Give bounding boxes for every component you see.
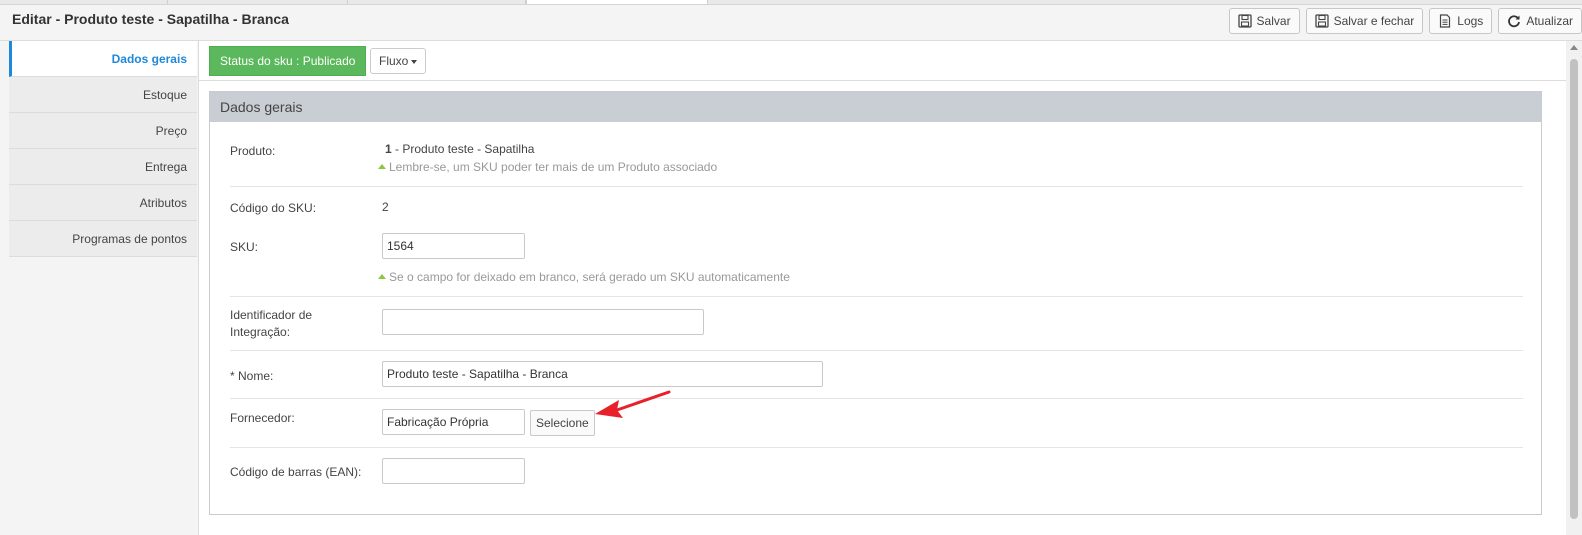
refresh-button[interactable]: Atualizar — [1498, 8, 1582, 34]
row-divider — [230, 350, 1523, 351]
caret-up-icon — [378, 274, 386, 279]
sidebar-item-atributos[interactable]: Atributos — [9, 185, 197, 221]
sidebar-item-dados-gerais[interactable]: Dados gerais — [9, 41, 197, 77]
identificador-label: Identificador de Integração: — [230, 307, 312, 341]
produto-label: Produto: — [230, 144, 276, 158]
ean-input[interactable] — [382, 458, 525, 484]
refresh-button-label: Atualizar — [1526, 14, 1573, 28]
sku-input[interactable] — [382, 233, 525, 259]
refresh-icon — [1508, 15, 1521, 28]
toolbar: Salvar Salvar e fechar Logs Atualizar — [1228, 8, 1582, 34]
status-button[interactable]: Status do sku : Publicado — [209, 46, 367, 76]
save-button[interactable]: Salvar — [1228, 8, 1300, 34]
ean-label: Código de barras (EAN): — [230, 465, 362, 479]
produto-name: - Produto teste - Sapatilha — [395, 142, 535, 156]
page-header: Editar - Produto teste - Sapatilha - Bra… — [0, 5, 1582, 41]
general-data-panel: Dados gerais Produto: 1 - Produto teste … — [209, 91, 1542, 515]
identificador-label-line2: Integração: — [230, 325, 291, 339]
top-tab[interactable] — [0, 0, 168, 4]
codigo-sku-label: Código do SKU: — [230, 201, 317, 215]
sku-hint-text: Se o campo for deixado em branco, será g… — [389, 270, 790, 284]
nome-label: * Nome: — [230, 369, 274, 383]
main-content: Status do sku : Publicado Fluxo Dados ge… — [198, 41, 1567, 535]
sku-hint: Se o campo for deixado em branco, será g… — [378, 270, 790, 284]
top-tab[interactable] — [348, 0, 526, 4]
panel-title: Dados gerais — [210, 92, 1541, 122]
caret-down-icon — [411, 59, 418, 64]
annotation-arrow-icon — [595, 390, 671, 418]
scrollbar-thumb[interactable] — [1570, 59, 1578, 519]
fornecedor-input[interactable] — [382, 409, 525, 435]
logs-button-label: Logs — [1457, 14, 1484, 28]
floppy-disk-icon — [1237, 14, 1252, 28]
identificador-label-line1: Identificador de — [230, 308, 313, 322]
produto-hint: Lembre-se, um SKU poder ter mais de um P… — [378, 160, 717, 174]
produto-id: 1 — [385, 142, 392, 156]
logs-button[interactable]: Logs — [1429, 8, 1493, 34]
row-divider — [230, 186, 1523, 187]
scroll-up-icon[interactable] — [1570, 45, 1578, 50]
sidebar-nav: Dados gerais Estoque Preço Entrega Atrib… — [9, 41, 197, 257]
floppy-disk-icon — [1314, 14, 1329, 28]
save-close-button-label: Salvar e fechar — [1333, 14, 1415, 28]
sidebar-item-programas-de-pontos[interactable]: Programas de pontos — [9, 221, 197, 257]
sidebar-item-entrega[interactable]: Entrega — [9, 149, 197, 185]
vertical-scrollbar[interactable] — [1566, 41, 1582, 535]
row-divider — [230, 296, 1523, 297]
row-divider — [230, 398, 1523, 399]
caret-up-icon — [378, 164, 386, 169]
codigo-sku-value: 2 — [382, 200, 389, 214]
flow-dropdown-label: Fluxo — [379, 54, 409, 68]
sidebar-item-estoque[interactable]: Estoque — [9, 77, 197, 113]
document-icon — [1440, 14, 1451, 28]
identificador-input[interactable] — [382, 309, 704, 335]
sku-label: SKU: — [230, 240, 259, 254]
fornecedor-label: Fornecedor: — [230, 411, 295, 425]
save-close-button[interactable]: Salvar e fechar — [1305, 8, 1424, 34]
row-divider — [230, 447, 1523, 448]
nome-input[interactable] — [382, 361, 823, 387]
produto-value: 1 - Produto teste - Sapatilha — [385, 142, 534, 156]
sidebar-item-preco[interactable]: Preço — [9, 113, 197, 149]
produto-hint-text: Lembre-se, um SKU poder ter mais de um P… — [389, 160, 718, 174]
flow-dropdown[interactable]: Fluxo — [370, 48, 427, 74]
top-tab-active[interactable] — [526, 0, 708, 4]
actions-bar: Status do sku : Publicado Fluxo — [199, 41, 1567, 81]
page-title: Editar - Produto teste - Sapatilha - Bra… — [12, 11, 289, 27]
save-button-label: Salvar — [1256, 14, 1291, 28]
top-tab[interactable] — [168, 0, 348, 4]
select-supplier-button[interactable]: Selecione — [530, 410, 595, 436]
